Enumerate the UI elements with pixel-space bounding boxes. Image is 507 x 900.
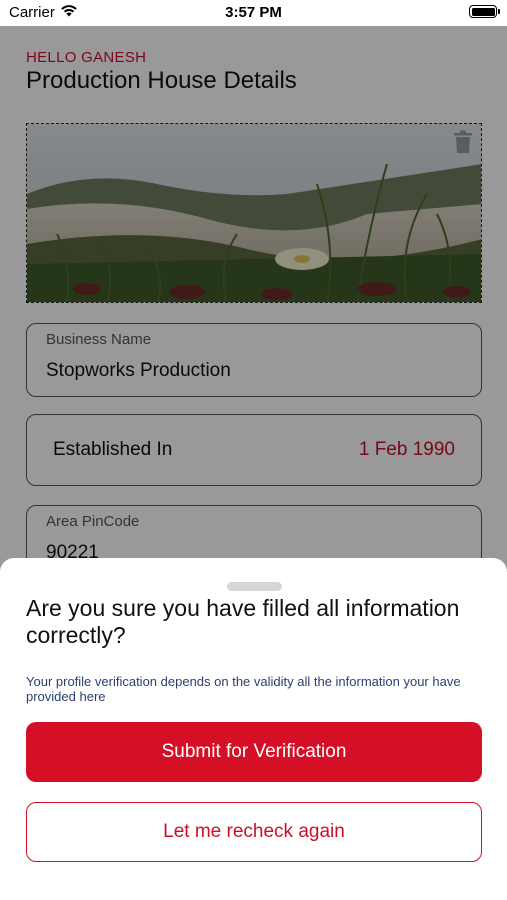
sheet-description: Your profile verification depends on the… bbox=[26, 674, 461, 704]
battery-icon bbox=[469, 5, 500, 18]
confirmation-sheet: Are you sure you have filled all informa… bbox=[0, 558, 507, 900]
status-bar: Carrier 3:57 PM bbox=[0, 0, 507, 26]
sheet-title: Are you sure you have filled all informa… bbox=[26, 595, 460, 648]
sheet-grabber-handle[interactable] bbox=[227, 582, 282, 591]
status-time: 3:57 PM bbox=[225, 4, 282, 21]
app-screen: Carrier 3:57 PM HELLO GANESH Production … bbox=[0, 0, 507, 900]
submit-for-verification-button[interactable]: Submit for Verification bbox=[26, 722, 482, 782]
recheck-again-button[interactable]: Let me recheck again bbox=[26, 802, 482, 862]
